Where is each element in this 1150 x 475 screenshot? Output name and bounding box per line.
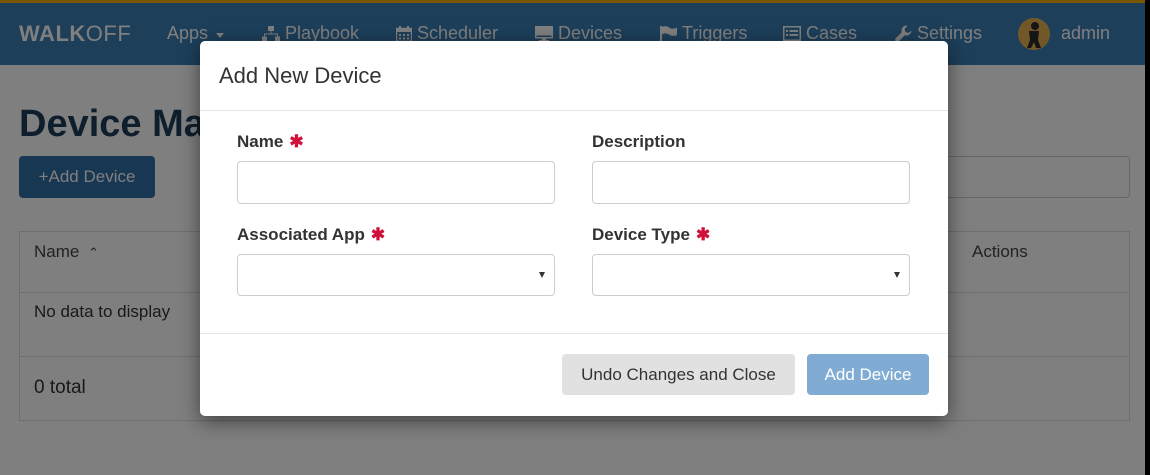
- dropdown-arrow-icon: [894, 272, 900, 278]
- associated-app-select[interactable]: [237, 254, 555, 296]
- name-label-text: Name: [237, 132, 284, 151]
- modal-header-divider: [200, 110, 948, 111]
- associated-app-label-text: Associated App: [237, 225, 365, 244]
- device-type-label-text: Device Type: [592, 225, 690, 244]
- modal-title: Add New Device: [219, 63, 382, 88]
- associated-app-label: Associated App ✱: [237, 225, 385, 245]
- right-edge-strip: [1145, 0, 1150, 475]
- device-type-label: Device Type ✱: [592, 225, 710, 245]
- description-field[interactable]: [592, 161, 910, 204]
- modal-footer-divider: [200, 333, 948, 334]
- description-label: Description: [592, 132, 686, 151]
- add-device-button[interactable]: Add Device: [807, 354, 929, 395]
- name-label: Name ✱: [237, 132, 304, 152]
- add-device-modal: Add New Device Name ✱ Description Associa…: [200, 41, 948, 416]
- dropdown-arrow-icon: [539, 272, 545, 278]
- device-type-select[interactable]: [592, 254, 910, 296]
- required-asterisk-icon: ✱: [289, 132, 304, 151]
- undo-changes-and-close-button[interactable]: Undo Changes and Close: [562, 354, 795, 395]
- required-asterisk-icon: ✱: [695, 225, 711, 244]
- required-asterisk-icon: ✱: [370, 225, 386, 244]
- name-field[interactable]: [237, 161, 555, 204]
